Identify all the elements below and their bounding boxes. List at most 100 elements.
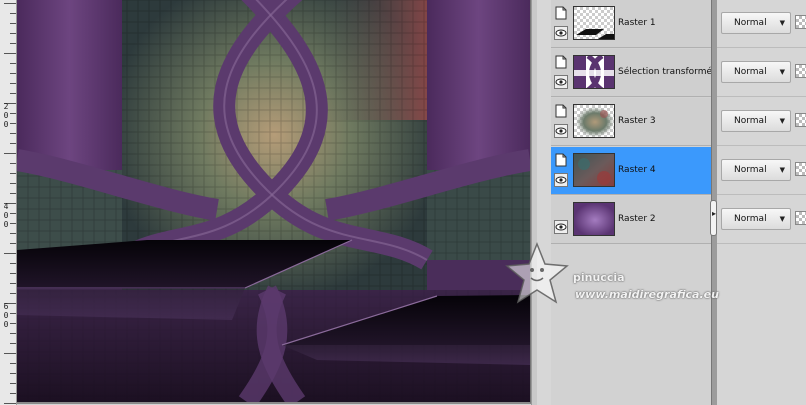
ruler-tick xyxy=(4,53,16,54)
layer-row-selection[interactable]: Sélection transformée xyxy=(551,49,718,97)
opacity-swatch[interactable] xyxy=(795,113,806,127)
layer-row-raster-1[interactable]: Raster 1 xyxy=(551,0,711,48)
panel-gutter xyxy=(537,0,551,405)
layer-name: Raster 3 xyxy=(618,116,656,126)
ruler-tick xyxy=(4,3,16,4)
ruler-tick xyxy=(10,183,16,184)
eye-icon[interactable] xyxy=(554,124,568,138)
opacity-swatch[interactable] xyxy=(795,211,806,225)
ruler-tick xyxy=(10,213,16,214)
blend-mode-value: Normal xyxy=(734,214,767,224)
blend-mode-value: Normal xyxy=(734,18,767,28)
blend-row: Normal ▼ xyxy=(717,49,806,97)
layer-name: Raster 1 xyxy=(618,18,656,28)
blend-row: Normal ▼ xyxy=(717,98,806,146)
ruler-tick xyxy=(10,163,16,164)
document-icon[interactable] xyxy=(555,55,567,69)
ruler-label: 0 xyxy=(3,311,9,320)
vertical-ruler: 200400600 xyxy=(0,0,17,405)
blend-row: Normal ▼ xyxy=(717,147,806,195)
ruler-tick xyxy=(4,153,16,154)
blend-row: Normal ▼ xyxy=(717,196,806,244)
layer-name: Raster 2 xyxy=(618,214,656,224)
ruler-tick xyxy=(10,23,16,24)
ruler-label: 4 xyxy=(3,202,9,211)
ruler-label: 0 xyxy=(3,211,9,220)
blend-mode-dropdown[interactable]: Normal ▼ xyxy=(721,159,791,181)
ruler-tick xyxy=(10,173,16,174)
blend-mode-column: Normal ▼ Normal ▼ Normal ▼ Normal ▼ Normal ▼ xyxy=(717,0,806,405)
ruler-tick xyxy=(10,233,16,234)
watermark-url: www.maidiregrafica.eu xyxy=(575,288,719,301)
blend-row: Normal ▼ xyxy=(717,0,806,48)
ruler-tick xyxy=(10,283,16,284)
ruler-tick xyxy=(10,343,16,344)
document-icon[interactable] xyxy=(555,6,567,20)
image-canvas[interactable] xyxy=(17,0,531,404)
eye-icon[interactable] xyxy=(554,220,568,234)
chevron-down-icon: ▼ xyxy=(779,117,785,125)
document-icon[interactable] xyxy=(555,153,567,167)
ruler-tick xyxy=(10,133,16,134)
ruler-label: 0 xyxy=(3,120,9,129)
chevron-down-icon: ▼ xyxy=(779,166,785,174)
ruler-label: 2 xyxy=(3,102,9,111)
ruler-tick xyxy=(4,403,16,404)
ruler-tick xyxy=(10,113,16,114)
selection-thumb xyxy=(573,55,615,89)
artwork xyxy=(17,0,530,402)
ruler-tick xyxy=(10,333,16,334)
eye-icon[interactable] xyxy=(554,75,568,89)
ruler-label: 0 xyxy=(3,320,9,329)
watermark-name: pinuccia xyxy=(573,271,625,284)
raster4-thumb xyxy=(573,153,615,187)
raster1-thumb xyxy=(573,6,615,40)
chevron-down-icon: ▼ xyxy=(779,215,785,223)
opacity-swatch[interactable] xyxy=(795,64,806,78)
ruler-tick xyxy=(4,253,16,254)
blend-mode-dropdown[interactable]: Normal ▼ xyxy=(721,12,791,34)
eye-icon[interactable] xyxy=(554,173,568,187)
layer-row-raster-3[interactable]: Raster 3 xyxy=(551,98,711,146)
layer-name: Sélection transformée xyxy=(618,67,718,77)
eye-icon[interactable] xyxy=(554,26,568,40)
ruler-label: 0 xyxy=(3,220,9,229)
ruler-tick xyxy=(10,223,16,224)
blend-mode-dropdown[interactable]: Normal ▼ xyxy=(721,110,791,132)
blend-mode-value: Normal xyxy=(734,116,767,126)
panel-resize-handle[interactable] xyxy=(710,200,717,236)
ruler-tick xyxy=(10,263,16,264)
ruler-tick xyxy=(10,43,16,44)
ruler-tick xyxy=(10,373,16,374)
ruler-tick xyxy=(10,363,16,364)
opacity-swatch[interactable] xyxy=(795,15,806,29)
blend-mode-value: Normal xyxy=(734,165,767,175)
ruler-tick xyxy=(10,83,16,84)
ruler-tick xyxy=(10,383,16,384)
chevron-down-icon: ▼ xyxy=(779,68,785,76)
document-icon[interactable] xyxy=(555,104,567,118)
ruler-tick xyxy=(10,293,16,294)
ruler-tick xyxy=(10,143,16,144)
chevron-down-icon: ▼ xyxy=(779,19,785,27)
ruler-tick xyxy=(10,123,16,124)
ruler-tick xyxy=(10,193,16,194)
opacity-swatch[interactable] xyxy=(795,162,806,176)
ruler-tick xyxy=(10,73,16,74)
layers-panel: Raster 1 Sélection transformée Raster 3 … xyxy=(551,0,718,405)
ruler-tick xyxy=(10,393,16,394)
layer-row-raster-4[interactable]: Raster 4 xyxy=(551,147,711,195)
layer-name: Raster 4 xyxy=(618,165,656,175)
chevron-right-icon[interactable]: ▸ xyxy=(712,209,716,218)
ruler-tick xyxy=(10,243,16,244)
blend-mode-dropdown[interactable]: Normal ▼ xyxy=(721,61,791,83)
blend-mode-dropdown[interactable]: Normal ▼ xyxy=(721,208,791,230)
ruler-tick xyxy=(10,13,16,14)
ruler-label: 6 xyxy=(3,302,9,311)
ruler-tick xyxy=(10,63,16,64)
ruler-label: 0 xyxy=(3,111,9,120)
layer-row-raster-2[interactable]: Raster 2 xyxy=(551,196,711,244)
ruler-tick xyxy=(4,353,16,354)
ruler-tick xyxy=(10,93,16,94)
ruler-tick xyxy=(10,273,16,274)
